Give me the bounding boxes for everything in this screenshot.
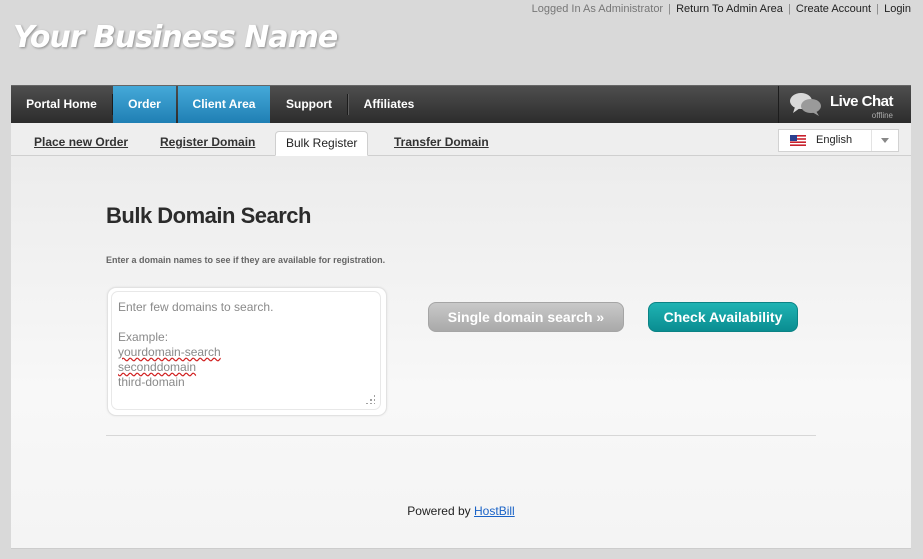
powered-by-text: Powered by <box>407 504 471 518</box>
sub-tabs-bar: Place new Order Register Domain Bulk Reg… <box>11 123 911 156</box>
domains-textarea-frame: Enter few domains to search. Example: yo… <box>107 287 387 416</box>
link-separator: | <box>668 3 672 15</box>
single-domain-search-button[interactable]: Single domain search » <box>428 302 624 332</box>
admin-area-link[interactable]: Return To Admin Area <box>676 3 783 15</box>
instructions-text: Enter a domain names to see if they are … <box>106 255 386 265</box>
hostbill-link[interactable]: HostBill <box>474 504 515 518</box>
top-links: Logged In As Administrator | Return To A… <box>532 3 911 15</box>
tab-transfer-domain[interactable]: Transfer Domain <box>394 135 489 149</box>
link-separator: | <box>787 3 791 15</box>
tab-register-domain[interactable]: Register Domain <box>160 135 255 149</box>
tab-place-new-order[interactable]: Place new Order <box>34 135 128 149</box>
domains-textarea[interactable] <box>111 291 381 410</box>
live-chat-title: Live Chat <box>830 93 894 110</box>
create-account-link[interactable]: Create Account <box>796 3 871 15</box>
footer: Powered by HostBill <box>11 504 911 518</box>
divider <box>106 435 816 436</box>
chat-bubbles-icon <box>790 93 821 116</box>
check-availability-button[interactable]: Check Availability <box>648 302 798 332</box>
us-flag-icon <box>790 135 806 146</box>
nav-portal-home[interactable]: Portal Home <box>11 86 112 123</box>
page-title: Bulk Domain Search <box>106 203 311 228</box>
nav-order[interactable]: Order <box>113 86 176 123</box>
tab-bulk-register[interactable]: Bulk Register <box>275 131 369 156</box>
nav-affiliates[interactable]: Affiliates <box>349 86 429 123</box>
business-name-logo[interactable]: Your Business Name <box>13 20 338 55</box>
live-chat-status: offline <box>871 111 893 120</box>
main-nav: Portal Home Order Client Area Support Af… <box>11 85 911 123</box>
logged-in-status: Logged In As Administrator <box>531 3 664 15</box>
live-chat-widget[interactable]: Live Chat offline <box>778 86 911 123</box>
chevron-down-icon <box>871 130 898 151</box>
nav-client-area[interactable]: Client Area <box>178 86 270 123</box>
nav-support[interactable]: Support <box>271 86 347 123</box>
main-content: Bulk Domain Search Enter a domain names … <box>11 156 911 549</box>
login-link[interactable]: Login <box>884 3 911 15</box>
language-label: English <box>816 134 853 146</box>
link-separator: | <box>876 3 880 15</box>
language-select[interactable]: English <box>778 129 899 152</box>
